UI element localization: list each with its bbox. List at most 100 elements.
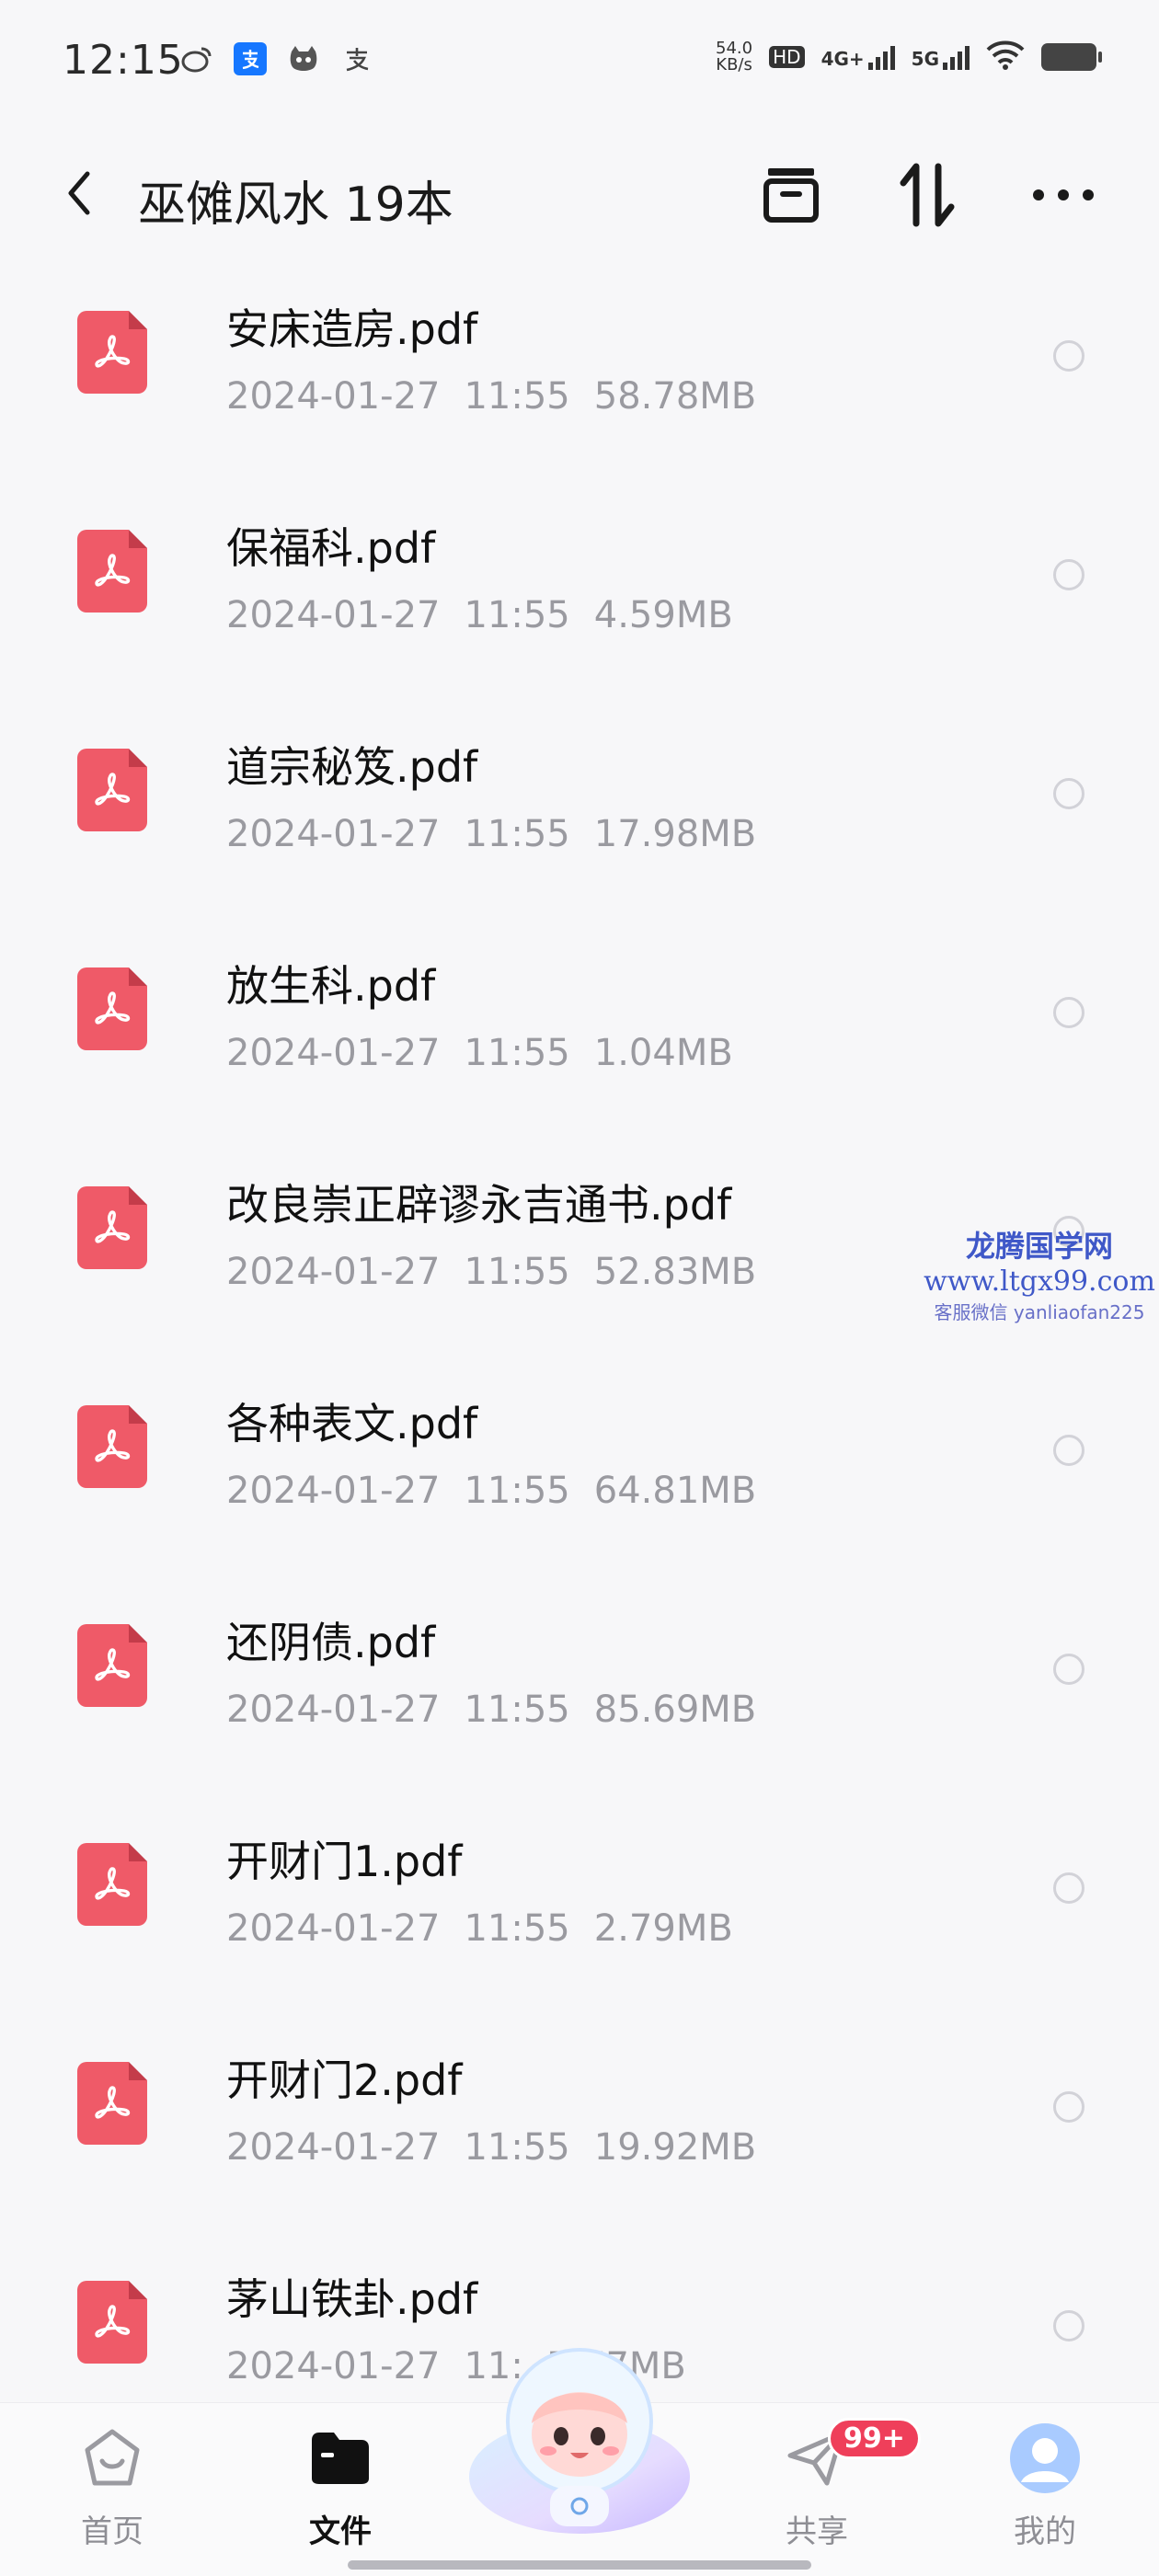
- file-row[interactable]: 各种表文.pdf 2024-01-27 11:55 64.81MB: [0, 1370, 1159, 1589]
- file-meta: 2024-01-27 11:55 58.78MB: [226, 375, 756, 418]
- select-radio[interactable]: [1053, 2310, 1084, 2341]
- file-row[interactable]: 还阴债.pdf 2024-01-27 11:55 85.69MB: [0, 1589, 1159, 1808]
- file-time: 11:55: [464, 813, 570, 855]
- file-date: 2024-01-27: [226, 375, 441, 418]
- select-radio[interactable]: [1053, 1435, 1084, 1466]
- file-row[interactable]: 开财门2.pdf 2024-01-27 11:55 19.92MB: [0, 2027, 1159, 2246]
- file-meta: 2024-01-27 11:55 52.83MB: [226, 1251, 756, 1293]
- file-meta: 2024-01-27 11:55 1.04MB: [226, 1032, 733, 1074]
- file-size: 64.81MB: [593, 1470, 757, 1512]
- file-time: 11:55: [464, 375, 570, 418]
- battery-icon: [1041, 43, 1102, 71]
- file-date: 2024-01-27: [226, 2126, 441, 2169]
- status-bar: 12:15 54.0 KB/s HD 4G+ 5G: [0, 0, 1159, 120]
- file-time: 11:55: [464, 1032, 570, 1074]
- file-size: 17.98MB: [593, 813, 757, 855]
- more-icon[interactable]: [1028, 160, 1098, 230]
- pdf-file-icon: [77, 1843, 147, 1926]
- alipay-icon: [234, 42, 267, 75]
- file-size: 58.78MB: [593, 375, 757, 418]
- file-name: 放生科.pdf: [226, 961, 436, 1011]
- folder-icon: [304, 2421, 377, 2495]
- nav-home-label: 首页: [81, 2513, 143, 2550]
- file-date: 2024-01-27: [226, 1032, 441, 1074]
- profile-icon: [1008, 2421, 1082, 2495]
- file-size: 19.92MB: [593, 2126, 757, 2169]
- watermark-url: www.ltgx99.com: [924, 1265, 1155, 1298]
- nav-files-label: 文件: [309, 2513, 372, 2550]
- nav-home[interactable]: 首页: [39, 2421, 186, 2551]
- file-row[interactable]: 安床造房.pdf 2024-01-27 11:55 58.78MB: [0, 276, 1159, 495]
- file-meta: 2024-01-27 11:55 4.59MB: [226, 594, 733, 636]
- file-name: 还阴债.pdf: [226, 1618, 436, 1667]
- archive-icon[interactable]: [756, 160, 826, 230]
- file-row[interactable]: 开财门1.pdf 2024-01-27 11:55 2.79MB: [0, 1808, 1159, 2027]
- page-title: 巫傩风水 19本: [138, 177, 453, 233]
- file-name: 安床造房.pdf: [226, 304, 478, 354]
- share-badge: 99+: [828, 2418, 921, 2459]
- signal-4g-icon: 4G+: [821, 44, 895, 70]
- app-header: 巫傩风水 19本: [0, 138, 1159, 248]
- back-arrow-icon[interactable]: [53, 166, 105, 221]
- nav-profile-label: 我的: [1014, 2513, 1076, 2550]
- file-name: 开财门2.pdf: [226, 2055, 463, 2105]
- file-name: 道宗秘笈.pdf: [226, 742, 478, 792]
- file-date: 2024-01-27: [226, 1470, 441, 1512]
- weibo-icon: [180, 42, 213, 75]
- select-radio[interactable]: [1053, 340, 1084, 372]
- status-app-icons: [180, 42, 373, 75]
- select-radio[interactable]: [1053, 1872, 1084, 1904]
- pdf-file-icon: [77, 967, 147, 1050]
- nav-share-label: 共享: [786, 2513, 848, 2550]
- pdf-file-icon: [77, 1186, 147, 1269]
- file-name: 各种表文.pdf: [226, 1399, 478, 1448]
- file-date: 2024-01-27: [226, 1689, 441, 1731]
- file-time: 11:55: [464, 1907, 570, 1950]
- file-time: 11:55: [464, 594, 570, 636]
- file-row[interactable]: 放生科.pdf 2024-01-27 11:55 1.04MB: [0, 933, 1159, 1151]
- mascot-icon[interactable]: [460, 2339, 699, 2541]
- pdf-file-icon: [77, 2281, 147, 2364]
- file-row[interactable]: 保福科.pdf 2024-01-27 11:55 4.59MB: [0, 495, 1159, 714]
- file-time: 11:55: [464, 2126, 570, 2169]
- file-date: 2024-01-27: [226, 813, 441, 855]
- nav-profile[interactable]: 我的: [971, 2421, 1119, 2551]
- file-time: 11:55: [464, 1251, 570, 1293]
- file-row[interactable]: 道宗秘笈.pdf 2024-01-27 11:55 17.98MB: [0, 714, 1159, 933]
- pdf-file-icon: [77, 311, 147, 394]
- bottom-nav: 首页 文件 99+ 共享 我的: [0, 2348, 1159, 2576]
- hd-badge: HD: [769, 46, 805, 68]
- select-radio[interactable]: [1053, 997, 1084, 1028]
- home-icon: [75, 2421, 149, 2495]
- pdf-file-icon: [77, 2062, 147, 2145]
- file-size: 2.79MB: [593, 1907, 733, 1950]
- pdf-file-icon: [77, 1405, 147, 1488]
- file-name: 开财门1.pdf: [226, 1837, 463, 1886]
- file-name: 改良崇正辟谬永吉通书.pdf: [226, 1180, 732, 1230]
- watermark-title: 龙腾国学网: [965, 1229, 1113, 1264]
- select-radio[interactable]: [1053, 2091, 1084, 2123]
- file-size: 85.69MB: [593, 1689, 757, 1731]
- watermark-contact: 客服微信 yanliaofan225: [934, 1301, 1145, 1323]
- net-speed: 54.0 KB/s: [716, 39, 753, 74]
- nav-share[interactable]: 99+ 共享: [743, 2418, 921, 2551]
- pdf-file-icon: [77, 749, 147, 831]
- file-size: 1.04MB: [593, 1032, 733, 1074]
- status-indicators: 54.0 KB/s HD 4G+ 5G: [716, 39, 1102, 74]
- file-time: 11:55: [464, 1470, 570, 1512]
- file-size: 52.83MB: [593, 1251, 757, 1293]
- sort-icon[interactable]: [892, 160, 962, 230]
- file-date: 2024-01-27: [226, 2345, 441, 2387]
- select-radio[interactable]: [1053, 1654, 1084, 1685]
- select-radio[interactable]: [1053, 778, 1084, 809]
- watermark: 龙腾国学网 www.ltgx99.com 客服微信 yanliaofan225: [920, 1223, 1159, 1324]
- file-meta: 2024-01-27 11:55 64.81MB: [226, 1470, 756, 1512]
- home-indicator[interactable]: [348, 2560, 811, 2570]
- wifi-icon: [986, 40, 1025, 74]
- status-time: 12:15: [63, 37, 184, 84]
- select-radio[interactable]: [1053, 559, 1084, 590]
- file-date: 2024-01-27: [226, 1907, 441, 1950]
- nav-files[interactable]: 文件: [267, 2421, 414, 2551]
- file-date: 2024-01-27: [226, 1251, 441, 1293]
- app-cat-icon: [287, 42, 320, 75]
